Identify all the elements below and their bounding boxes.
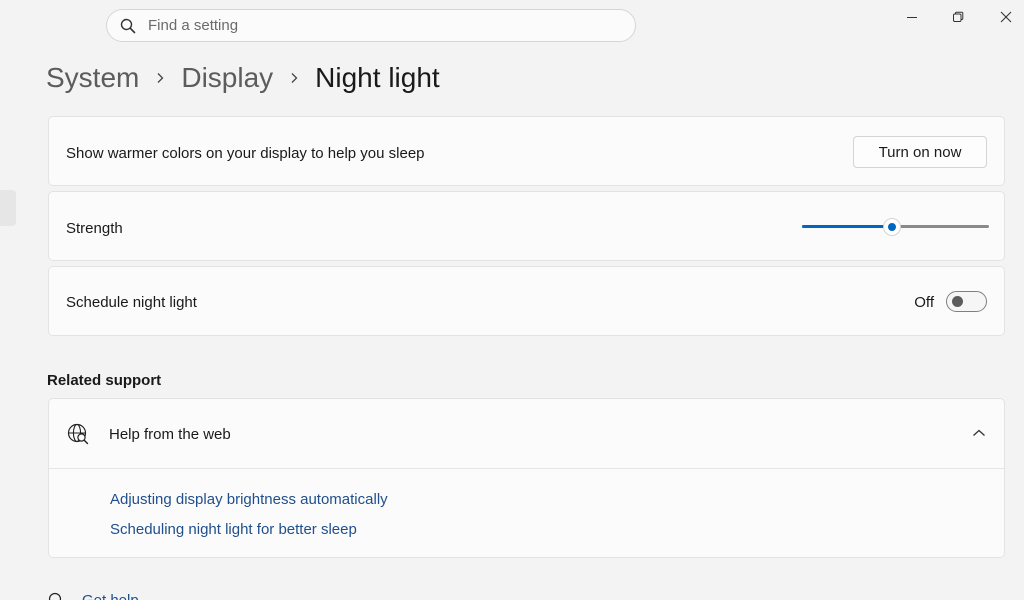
turn-on-now-button[interactable]: Turn on now: [853, 136, 987, 168]
nav-pane-edge[interactable]: [0, 190, 16, 226]
strength-label: Strength: [66, 220, 123, 237]
link-scheduling-night-light[interactable]: Scheduling night light for better sleep: [110, 521, 357, 538]
slider-thumb[interactable]: [882, 218, 901, 236]
toggle-knob: [952, 296, 963, 307]
minimize-button[interactable]: [894, 4, 930, 30]
schedule-card: Schedule night light Off: [48, 266, 1005, 336]
search-input[interactable]: [148, 10, 618, 41]
globe-search-icon: [67, 423, 89, 445]
schedule-label: Schedule night light: [66, 294, 197, 311]
help-icon: [48, 592, 62, 600]
breadcrumb-system[interactable]: System: [46, 62, 139, 94]
close-button[interactable]: [988, 4, 1024, 30]
chevron-right-icon: [139, 72, 181, 84]
restore-icon: [953, 11, 964, 22]
strength-card: Strength: [48, 191, 1005, 261]
restore-button[interactable]: [940, 4, 976, 30]
page-title: Night light: [315, 62, 440, 93]
search-icon: [120, 18, 136, 34]
slider-fill: [802, 225, 892, 228]
schedule-toggle[interactable]: [946, 291, 987, 312]
breadcrumb-display[interactable]: Display: [181, 62, 273, 94]
related-support-heading: Related support: [47, 372, 162, 389]
help-from-web-card: Help from the web Adjusting display brig…: [48, 398, 1005, 558]
help-from-web-label: Help from the web: [109, 426, 231, 443]
get-help-link[interactable]: Get help: [46, 592, 166, 600]
link-adjusting-brightness[interactable]: Adjusting display brightness automatical…: [110, 491, 388, 508]
get-help-label: Get help: [82, 592, 139, 600]
chevron-right-icon: [273, 72, 315, 84]
close-icon: [1000, 11, 1012, 23]
search-box[interactable]: [106, 9, 636, 42]
night-light-description: Show warmer colors on your display to he…: [66, 145, 425, 162]
minimize-icon: [907, 17, 917, 18]
schedule-toggle-state: Off: [914, 294, 934, 311]
strength-slider[interactable]: [802, 216, 989, 238]
chevron-up-icon[interactable]: [972, 428, 986, 438]
breadcrumb: System Display Night light: [46, 58, 440, 98]
help-from-web-header[interactable]: Help from the web: [49, 399, 1004, 469]
night-light-card: Show warmer colors on your display to he…: [48, 116, 1005, 186]
